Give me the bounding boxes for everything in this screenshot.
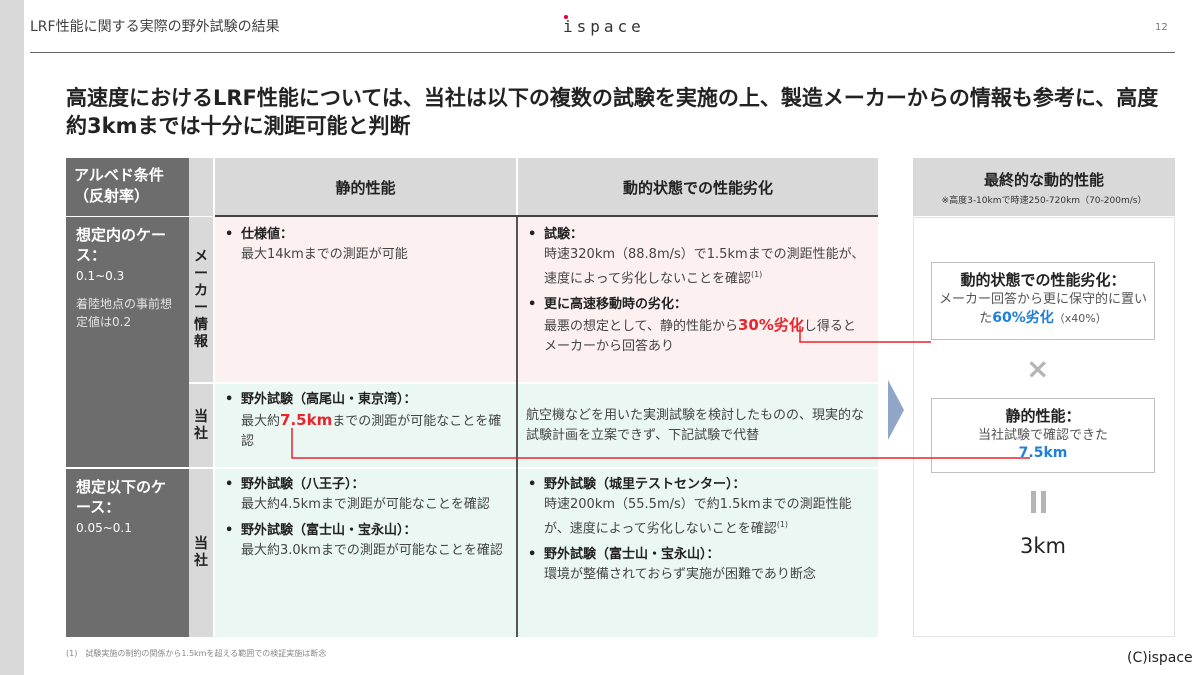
connector-30pct <box>799 326 931 343</box>
connector-7-5km <box>291 428 1030 459</box>
connector-lines <box>291 326 1030 459</box>
copyright: (C)ispace <box>1127 650 1193 666</box>
footnote: (1) 試験実施の制約の関係から1.5kmを超える範囲での検証実施は断念 <box>66 649 327 658</box>
